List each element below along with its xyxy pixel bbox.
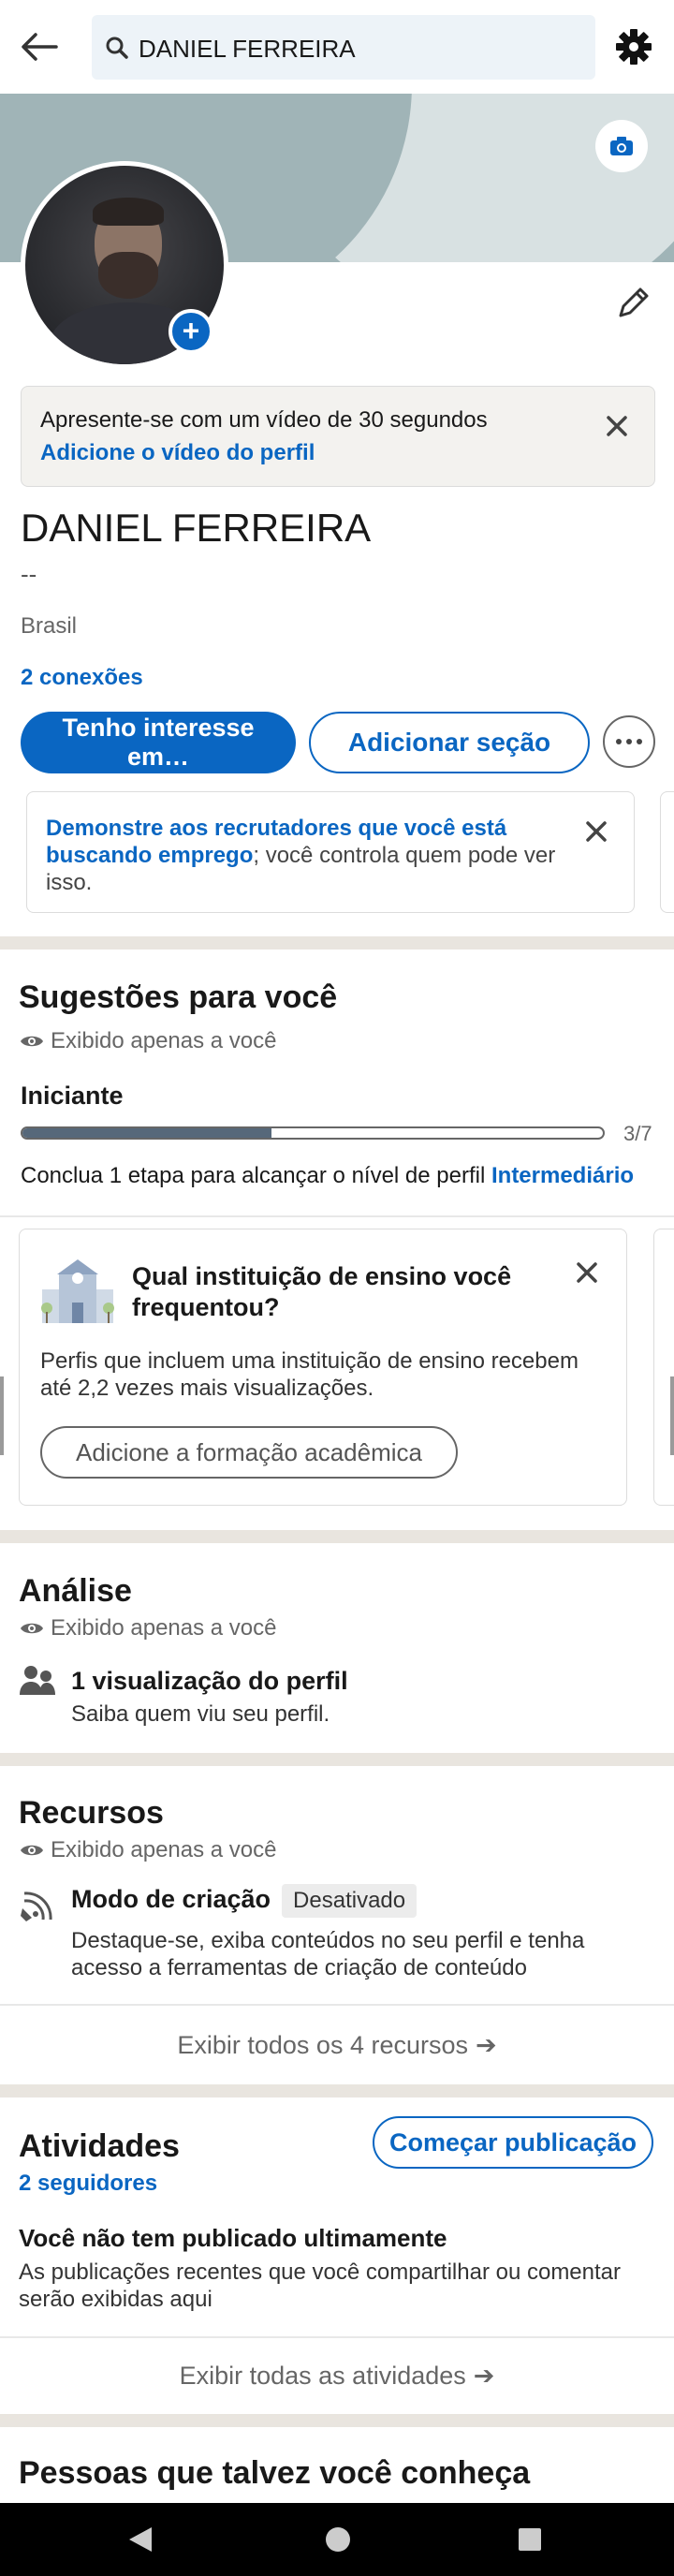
people-you-may-know-title: Pessoas que talvez você conheça bbox=[19, 2455, 531, 2491]
profile-headline: -- bbox=[21, 560, 37, 588]
eye-icon bbox=[21, 1845, 43, 1856]
system-nav-bar bbox=[0, 2503, 674, 2576]
private-note: Exibido apenas a você bbox=[19, 1028, 277, 1054]
search-icon bbox=[106, 37, 128, 59]
no-posts-sub: As publicações recentes que você compart… bbox=[19, 2260, 622, 2312]
broadcast-icon bbox=[21, 1892, 52, 1921]
next-card-peek[interactable] bbox=[660, 791, 674, 913]
profile-progress-count: 3/7 bbox=[623, 1122, 652, 1145]
open-to-label-line1: Tenho interesse bbox=[62, 714, 255, 742]
eye-icon bbox=[21, 1623, 43, 1634]
close-icon[interactable] bbox=[572, 1258, 602, 1288]
gear-icon[interactable] bbox=[612, 25, 655, 68]
divider-line bbox=[0, 2336, 674, 2338]
top-bar: DANIEL FERREIRA bbox=[0, 0, 674, 94]
connections-link[interactable]: 2 conexões bbox=[21, 665, 143, 691]
analytics-title: Análise bbox=[19, 1573, 132, 1609]
add-photo-plus-icon[interactable]: + bbox=[168, 309, 213, 354]
private-note: Exibido apenas a você bbox=[19, 1615, 277, 1641]
carousel-left-edge bbox=[0, 1376, 4, 1455]
section-divider bbox=[0, 2084, 674, 2098]
next-level-link[interactable]: Intermediário bbox=[491, 1163, 634, 1188]
profile-name: DANIEL FERREIRA bbox=[21, 506, 372, 550]
add-section-button[interactable]: Adicionar seção bbox=[309, 712, 590, 773]
section-divider bbox=[0, 2414, 674, 2427]
profile-views-sub: Saiba quem viu seu perfil. bbox=[71, 1701, 330, 1727]
section-divider bbox=[0, 1753, 674, 1766]
arrow-right-icon: ➔ bbox=[473, 2362, 495, 2390]
divider-line bbox=[0, 2004, 674, 2006]
section-divider bbox=[0, 936, 674, 949]
creator-mode-sub: Destaque-se, exiba conteúdos no seu perf… bbox=[71, 1928, 585, 1980]
open-to-button[interactable]: Tenho interesse em… bbox=[21, 712, 296, 773]
close-icon[interactable] bbox=[581, 817, 611, 846]
nav-back-icon[interactable] bbox=[127, 2525, 154, 2554]
search-query: DANIEL FERREIRA bbox=[139, 35, 356, 63]
carousel-right-edge bbox=[670, 1376, 674, 1455]
close-icon[interactable] bbox=[602, 411, 632, 441]
profile-level-label: Iniciante bbox=[21, 1082, 124, 1110]
profile-progress-bar bbox=[21, 1126, 605, 1140]
open-to-label-line2: em… bbox=[126, 743, 190, 771]
profile-location: Brasil bbox=[21, 613, 78, 639]
private-note: Exibido apenas a você bbox=[19, 1837, 277, 1863]
start-post-button[interactable]: Começar publicação bbox=[373, 2116, 653, 2169]
add-education-button[interactable]: Adicione a formação acadêmica bbox=[40, 1426, 458, 1479]
resources-title: Recursos bbox=[19, 1795, 164, 1831]
back-arrow-icon[interactable] bbox=[19, 24, 75, 69]
ellipsis-icon[interactable] bbox=[603, 715, 655, 768]
pencil-icon[interactable] bbox=[612, 281, 655, 324]
add-profile-video-link[interactable]: Adicione o vídeo do perfil bbox=[40, 440, 315, 466]
creator-mode-title: Modo de criação Desativado bbox=[71, 1884, 418, 1918]
school-building-icon bbox=[41, 1259, 114, 1323]
arrow-right-icon: ➔ bbox=[476, 2031, 497, 2059]
show-all-resources-link[interactable]: Exibir todos os 4 recursos ➔ bbox=[0, 2031, 674, 2060]
profile-progress-fill bbox=[22, 1128, 271, 1138]
section-divider bbox=[0, 1530, 674, 1543]
suggestions-title: Sugestões para você bbox=[19, 979, 338, 1015]
eye-icon bbox=[21, 1036, 43, 1047]
nav-recents-icon[interactable] bbox=[519, 2528, 541, 2551]
search-input[interactable]: DANIEL FERREIRA bbox=[92, 15, 595, 80]
activity-title: Atividades bbox=[19, 2128, 180, 2164]
level-hint: Conclua 1 etapa para alcançar o nível de… bbox=[21, 1163, 635, 1188]
profile-views-title: 1 visualização do perfil bbox=[71, 1667, 348, 1695]
education-card-title: Qual instituição de ensino você frequent… bbox=[132, 1262, 512, 1321]
people-icon bbox=[20, 1666, 55, 1695]
education-suggestion-card: Qual instituição de ensino você frequent… bbox=[19, 1229, 627, 1506]
camera-icon[interactable] bbox=[595, 120, 648, 172]
show-all-activity-link[interactable]: Exibir todas as atividades ➔ bbox=[0, 2362, 674, 2391]
status-badge: Desativado bbox=[282, 1884, 418, 1918]
next-card-peek[interactable] bbox=[653, 1229, 674, 1506]
video-intro-title: Apresente-se com um vídeo de 30 segundos bbox=[40, 407, 488, 433]
no-posts-title: Você não tem publicado ultimamente bbox=[19, 2224, 447, 2252]
followers-link[interactable]: 2 seguidores bbox=[19, 2171, 157, 2197]
open-to-work-card: Demonstre aos recrutadores que você está… bbox=[26, 791, 635, 913]
divider-line bbox=[0, 1215, 674, 1217]
education-card-description: Perfis que incluem uma instituição de en… bbox=[40, 1348, 579, 1401]
nav-home-icon[interactable] bbox=[326, 2527, 350, 2552]
open-to-work-text: Demonstre aos recrutadores que você está… bbox=[46, 816, 556, 895]
video-intro-card: Apresente-se com um vídeo de 30 segundos… bbox=[21, 386, 655, 487]
